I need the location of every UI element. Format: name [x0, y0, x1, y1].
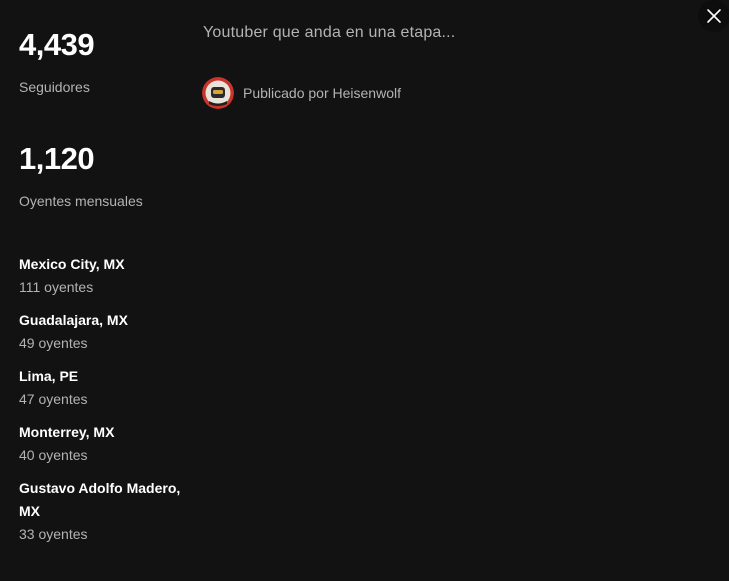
- city-name: Lima, PE: [19, 368, 79, 384]
- city-listeners: 40 oyentes: [19, 447, 88, 463]
- avatar[interactable]: [202, 77, 234, 109]
- avatar-image: [202, 77, 234, 109]
- city-name: Guadalajara, MX: [19, 312, 128, 328]
- monthly-listeners-count: 1,120: [19, 141, 95, 176]
- city-listeners: 47 oyentes: [19, 391, 88, 407]
- city-item: Lima, PE 47 oyentes: [19, 365, 194, 411]
- city-item: Mexico City, MX 111 oyentes: [19, 253, 194, 299]
- followers-label: Seguidores: [19, 79, 90, 95]
- close-button[interactable]: [698, 0, 729, 32]
- top-cities-list: Mexico City, MX 111 oyentes Guadalajara,…: [19, 253, 194, 556]
- followers-count: 4,439: [19, 27, 95, 62]
- close-icon: [707, 9, 721, 23]
- artist-bio: Youtuber que anda en una etapa...: [203, 24, 456, 41]
- bio-author[interactable]: Publicado por Heisenwolf: [202, 77, 401, 109]
- city-item: Monterrey, MX 40 oyentes: [19, 421, 194, 467]
- city-name: Monterrey, MX: [19, 424, 115, 440]
- monthly-listeners-label: Oyentes mensuales: [19, 193, 143, 209]
- city-item: Gustavo Adolfo Madero, MX 33 oyentes: [19, 477, 194, 546]
- city-listeners: 33 oyentes: [19, 526, 88, 542]
- city-item: Guadalajara, MX 49 oyentes: [19, 309, 194, 355]
- posted-by-text[interactable]: Publicado por Heisenwolf: [243, 85, 401, 101]
- city-listeners: 111 oyentes: [19, 279, 94, 295]
- city-name: Mexico City, MX: [19, 256, 125, 272]
- city-listeners: 49 oyentes: [19, 335, 88, 351]
- city-name: Gustavo Adolfo Madero, MX: [19, 480, 181, 519]
